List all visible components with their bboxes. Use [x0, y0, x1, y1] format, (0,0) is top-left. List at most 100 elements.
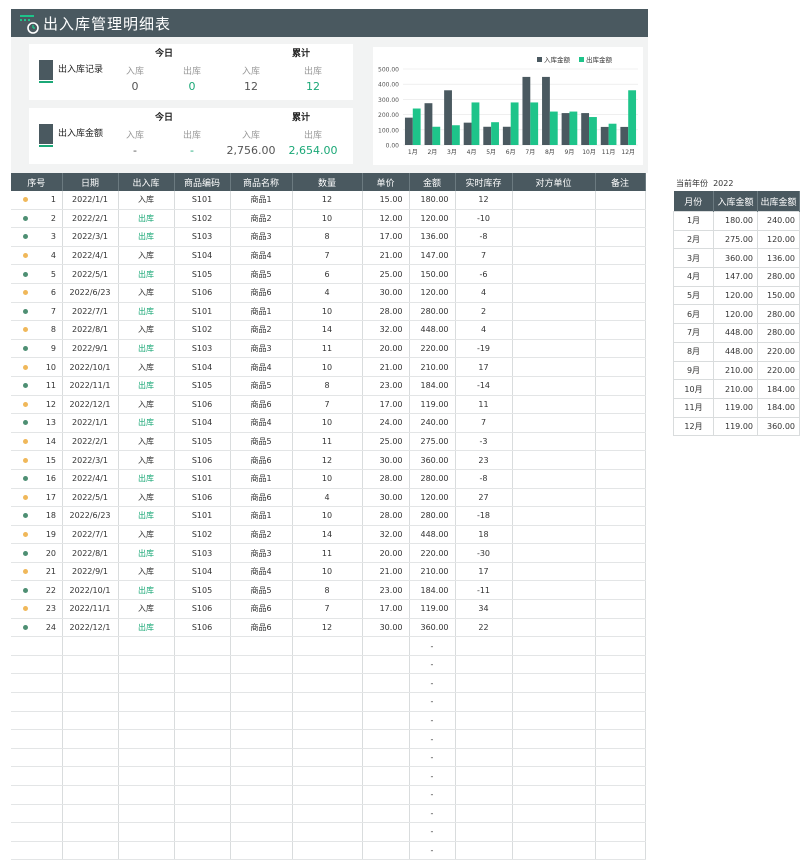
- note-cell[interactable]: [595, 506, 646, 526]
- empty-row[interactable]: -: [11, 655, 646, 675]
- code-cell[interactable]: S102: [174, 320, 231, 340]
- name-cell[interactable]: 商品6: [230, 283, 293, 303]
- partner-cell[interactable]: [512, 227, 596, 247]
- name-cell[interactable]: 商品5: [230, 432, 293, 452]
- name-cell[interactable]: 商品1: [230, 506, 293, 526]
- note-cell[interactable]: [595, 432, 646, 452]
- table-row[interactable]: 16 2022/4/1 出库 S101 商品1 10 28.00 280.00 -8: [11, 469, 646, 489]
- empty-cell[interactable]: [595, 748, 646, 768]
- code-cell[interactable]: S105: [174, 432, 231, 452]
- stock-cell[interactable]: 18: [455, 525, 513, 545]
- empty-cell[interactable]: [292, 729, 363, 749]
- empty-cell[interactable]: -: [409, 729, 456, 749]
- amount-cell[interactable]: 210.00: [409, 357, 456, 377]
- empty-cell[interactable]: [455, 804, 513, 824]
- price-cell[interactable]: 17.00: [362, 227, 410, 247]
- empty-cell[interactable]: [230, 804, 293, 824]
- price-cell[interactable]: 23.00: [362, 376, 410, 396]
- note-cell[interactable]: [595, 580, 646, 601]
- price-cell[interactable]: 25.00: [362, 264, 410, 284]
- qty-cell[interactable]: 11: [292, 543, 363, 563]
- type-cell[interactable]: 入库: [118, 562, 175, 582]
- price-cell[interactable]: 28.00: [362, 469, 410, 489]
- empty-cell[interactable]: [455, 841, 513, 861]
- empty-cell[interactable]: [362, 766, 410, 786]
- table-row[interactable]: 4 2022/4/1 入库 S104 商品4 7 21.00 147.00 7: [11, 246, 646, 266]
- empty-cell[interactable]: [292, 636, 363, 656]
- empty-cell[interactable]: [230, 841, 293, 861]
- name-cell[interactable]: 商品4: [230, 357, 293, 377]
- empty-cell[interactable]: [362, 711, 410, 731]
- date-cell[interactable]: 2022/10/1: [62, 580, 119, 601]
- date-cell[interactable]: 2022/6/23: [62, 283, 119, 303]
- amount-cell[interactable]: 184.00: [409, 376, 456, 396]
- note-cell[interactable]: [595, 525, 646, 545]
- stock-cell[interactable]: -11: [455, 580, 513, 601]
- stock-cell[interactable]: 7: [455, 246, 513, 266]
- price-cell[interactable]: 30.00: [362, 283, 410, 303]
- empty-cell[interactable]: [174, 785, 231, 805]
- code-cell[interactable]: S105: [174, 580, 231, 601]
- type-cell[interactable]: 出库: [118, 302, 175, 322]
- amount-cell[interactable]: 448.00: [409, 320, 456, 340]
- code-cell[interactable]: S103: [174, 543, 231, 563]
- code-cell[interactable]: S101: [174, 191, 231, 210]
- note-cell[interactable]: [595, 209, 646, 229]
- code-cell[interactable]: S106: [174, 450, 231, 470]
- empty-row[interactable]: -: [11, 841, 646, 861]
- empty-cell[interactable]: -: [409, 655, 456, 675]
- empty-cell[interactable]: [362, 673, 410, 694]
- column-header[interactable]: 实时库存: [455, 173, 513, 191]
- partner-cell[interactable]: [512, 246, 596, 266]
- name-cell[interactable]: 商品4: [230, 562, 293, 582]
- empty-cell[interactable]: [230, 785, 293, 805]
- code-cell[interactable]: S105: [174, 264, 231, 284]
- empty-cell[interactable]: [118, 804, 175, 824]
- empty-row[interactable]: -: [11, 729, 646, 749]
- type-cell[interactable]: 出库: [118, 413, 175, 433]
- empty-cell[interactable]: [595, 729, 646, 749]
- stock-cell[interactable]: -19: [455, 339, 513, 359]
- empty-cell[interactable]: [292, 711, 363, 731]
- note-cell[interactable]: [595, 283, 646, 303]
- qty-cell[interactable]: 7: [292, 599, 363, 619]
- amount-cell[interactable]: 360.00: [409, 618, 456, 638]
- partner-cell[interactable]: [512, 618, 596, 638]
- empty-cell[interactable]: [455, 785, 513, 805]
- empty-cell[interactable]: [118, 729, 175, 749]
- table-row[interactable]: 20 2022/8/1 出库 S103 商品3 11 20.00 220.00 -30: [11, 543, 646, 563]
- empty-cell[interactable]: [11, 822, 63, 842]
- column-header[interactable]: 对方单位: [512, 173, 596, 191]
- name-cell[interactable]: 商品2: [230, 320, 293, 340]
- empty-cell[interactable]: [512, 748, 596, 768]
- qty-cell[interactable]: 11: [292, 339, 363, 359]
- price-cell[interactable]: 17.00: [362, 599, 410, 619]
- table-row[interactable]: 5 2022/5/1 出库 S105 商品5 6 25.00 150.00 -6: [11, 264, 646, 284]
- empty-cell[interactable]: [362, 785, 410, 805]
- name-cell[interactable]: 商品5: [230, 580, 293, 601]
- partner-cell[interactable]: [512, 191, 596, 210]
- empty-cell[interactable]: -: [409, 692, 456, 712]
- empty-cell[interactable]: [230, 636, 293, 656]
- price-cell[interactable]: 28.00: [362, 302, 410, 322]
- price-cell[interactable]: 30.00: [362, 488, 410, 508]
- name-cell[interactable]: 商品4: [230, 413, 293, 433]
- empty-cell[interactable]: [11, 729, 63, 749]
- empty-cell[interactable]: [512, 766, 596, 786]
- name-cell[interactable]: 商品6: [230, 618, 293, 638]
- name-cell[interactable]: 商品3: [230, 543, 293, 563]
- empty-row[interactable]: -: [11, 711, 646, 731]
- empty-cell[interactable]: [292, 785, 363, 805]
- column-header[interactable]: 商品名称: [230, 173, 293, 191]
- empty-cell[interactable]: [11, 766, 63, 786]
- price-cell[interactable]: 15.00: [362, 191, 410, 210]
- empty-cell[interactable]: [595, 841, 646, 861]
- code-cell[interactable]: S106: [174, 283, 231, 303]
- note-cell[interactable]: [595, 357, 646, 377]
- type-cell[interactable]: 入库: [118, 357, 175, 377]
- price-cell[interactable]: 32.00: [362, 525, 410, 545]
- partner-cell[interactable]: [512, 376, 596, 396]
- note-cell[interactable]: [595, 450, 646, 470]
- date-cell[interactable]: 2022/12/1: [62, 395, 119, 415]
- empty-cell[interactable]: [292, 692, 363, 712]
